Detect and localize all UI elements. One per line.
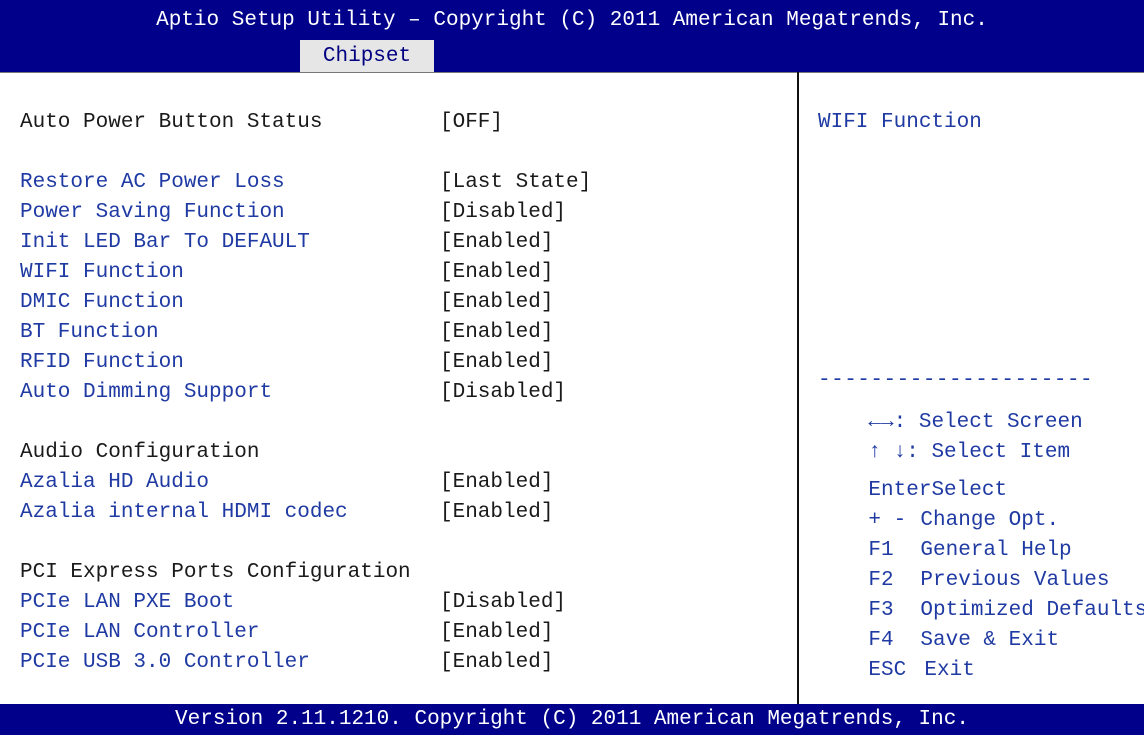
tab-chipset[interactable]: Chipset xyxy=(300,40,434,72)
app-title: Aptio Setup Utility – Copyright (C) 2011… xyxy=(156,9,988,32)
setting-label-bt-function[interactable]: BT Function xyxy=(20,318,159,348)
key-hint-general-help: F1 General Help xyxy=(818,506,1071,562)
setting-label-init-led-bar[interactable]: Init LED Bar To DEFAULT xyxy=(20,228,310,258)
setting-label-auto-power-button-status: Auto Power Button Status xyxy=(20,111,323,134)
setting-value-pcie-lan-controller[interactable]: [Enabled] xyxy=(440,618,553,648)
setting-label-pcie-lan-controller[interactable]: PCIe LAN Controller xyxy=(20,618,259,648)
setting-label-restore-ac-power-loss[interactable]: Restore AC Power Loss xyxy=(20,168,285,198)
key-hint-save-exit: F4 Save & Exit xyxy=(818,596,1059,652)
key-hint-previous-values: F2 Previous Values xyxy=(818,536,1109,592)
setting-value-rfid-function[interactable]: [Enabled] xyxy=(440,348,553,378)
section-heading-audio-configuration: Audio Configuration xyxy=(20,441,260,464)
key-hint-enter: EnterSelect xyxy=(818,446,1007,502)
key-hint-select-item: ↑ ↓: Select Item xyxy=(818,408,1070,464)
setting-label-pcie-usb3-controller[interactable]: PCIe USB 3.0 Controller xyxy=(20,648,310,678)
setting-value-power-saving-function[interactable]: [Disabled] xyxy=(440,198,566,228)
setting-label-auto-dimming-support[interactable]: Auto Dimming Support xyxy=(20,378,272,408)
setting-label-azalia-hd-audio[interactable]: Azalia HD Audio xyxy=(20,468,209,498)
setting-value-auto-dimming-support[interactable]: [Disabled] xyxy=(440,378,566,408)
key-hint-change-opt: + - Change Opt. xyxy=(818,476,1059,532)
setting-label-pcie-lan-pxe-boot[interactable]: PCIe LAN PXE Boot xyxy=(20,588,234,618)
setting-label-power-saving-function[interactable]: Power Saving Function xyxy=(20,198,285,228)
setting-label-dmic-function[interactable]: DMIC Function xyxy=(20,288,184,318)
setting-label-rfid-function[interactable]: RFID Function xyxy=(20,348,184,378)
key-hint-select-screen: ←→: Select Screen xyxy=(818,378,1082,434)
key-label: ESC xyxy=(868,659,907,682)
setting-value-dmic-function[interactable]: [Enabled] xyxy=(440,288,553,318)
setting-value-azalia-hd-audio[interactable]: [Enabled] xyxy=(440,468,553,498)
setting-value-azalia-hdmi-codec[interactable]: [Enabled] xyxy=(440,498,553,528)
version-footer: Version 2.11.1210. Copyright (C) 2011 Am… xyxy=(0,704,1144,735)
title-bar: Aptio Setup Utility – Copyright (C) 2011… xyxy=(0,0,1144,72)
section-heading-pci-express-ports: PCI Express Ports Configuration xyxy=(20,561,411,584)
key-hint-optimized-defaults: F3 Optimized Defaults xyxy=(818,566,1144,622)
setting-value-pcie-lan-pxe-boot[interactable]: [Disabled] xyxy=(440,588,566,618)
setting-value-auto-power-button-status: [OFF] xyxy=(440,111,504,134)
setting-label-azalia-hdmi-codec[interactable]: Azalia internal HDMI codec xyxy=(20,498,348,528)
panel-divider xyxy=(797,72,799,704)
help-description: WIFI Function xyxy=(818,111,982,134)
setting-label-wifi-function[interactable]: WIFI Function xyxy=(20,258,184,288)
key-hint-desc: Exit xyxy=(924,659,975,682)
setting-value-pcie-usb3-controller[interactable]: [Enabled] xyxy=(440,648,553,678)
setting-value-init-led-bar[interactable]: [Enabled] xyxy=(440,228,553,258)
setting-value-wifi-function[interactable]: [Enabled] xyxy=(440,258,553,288)
setting-value-restore-ac-power-loss[interactable]: [Last State] xyxy=(440,168,591,198)
setting-value-bt-function[interactable]: [Enabled] xyxy=(440,318,553,348)
key-hint-exit: ESC Exit xyxy=(818,626,974,682)
